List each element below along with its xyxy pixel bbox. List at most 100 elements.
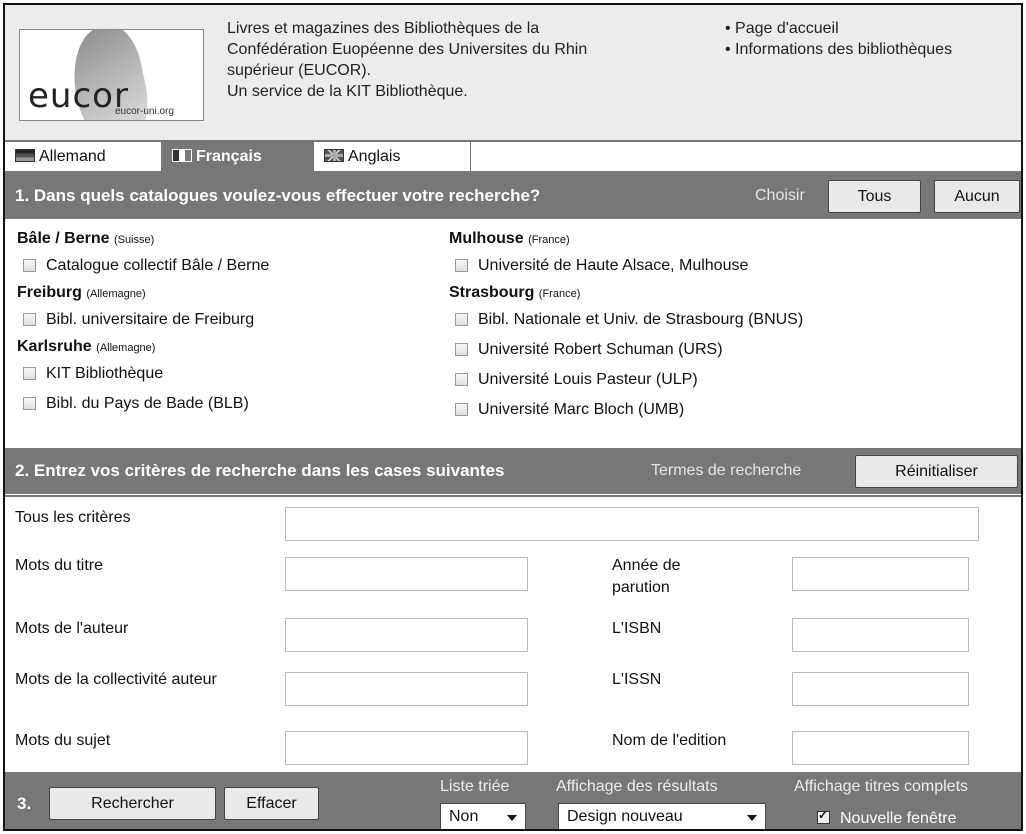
- corporate-author-label: Mots de la collectivité auteur: [15, 671, 217, 688]
- checkbox-label: Catalogue collectif Bâle / Berne: [46, 257, 270, 274]
- intro-line: Confédération Euopéenne des Universites …: [227, 41, 588, 58]
- group-heading-freiburg: Freiburg (Allemagne): [17, 281, 269, 305]
- all-criteria-label: Tous les critères: [15, 509, 131, 526]
- checkbox-icon[interactable]: [23, 259, 36, 272]
- sorted-list-select[interactable]: Non: [440, 803, 526, 829]
- checkbox-label: Université Robert Schuman (URS): [478, 341, 723, 358]
- catalogue-checkbox[interactable]: Université de Haute Alsace, Mulhouse: [449, 251, 803, 281]
- tab-english[interactable]: Anglais: [314, 142, 471, 171]
- group-name: Karlsruhe: [17, 338, 92, 355]
- checkbox-icon[interactable]: [23, 313, 36, 326]
- catalogue-section-bar: 1. Dans quels catalogues voulez-vous eff…: [5, 173, 1021, 219]
- group-country: (Allemagne): [86, 288, 146, 300]
- group-heading-mulhouse: Mulhouse (France): [449, 227, 803, 251]
- german-flag-icon: [15, 149, 35, 162]
- year-input[interactable]: [792, 557, 969, 591]
- group-country: (France): [538, 288, 581, 300]
- tab-label: Français: [196, 148, 262, 165]
- search-terms-label: Termes de recherche: [651, 462, 802, 479]
- library-info-link[interactable]: • Informations des bibliothèques: [725, 39, 952, 60]
- subject-words-label: Mots du sujet: [15, 732, 111, 749]
- checkbox-icon[interactable]: [23, 367, 36, 380]
- group-heading-strasbourg: Strasbourg (France): [449, 281, 803, 305]
- search-form: Tous les critères Mots du titre Année de…: [5, 495, 1021, 772]
- results-display-label: Affichage des résultats: [556, 778, 718, 795]
- results-display-select[interactable]: Design nouveau: [558, 803, 766, 829]
- checkbox-label: Université de Haute Alsace, Mulhouse: [478, 257, 749, 274]
- checkbox-icon[interactable]: [455, 343, 468, 356]
- group-name: Mulhouse: [449, 230, 524, 247]
- new-window-checkbox[interactable]: [817, 808, 830, 824]
- group-name: Strasbourg: [449, 284, 535, 301]
- submit-bar: 3. Rechercher Effacer Liste triée Non Af…: [5, 772, 1021, 829]
- catalogue-checkbox[interactable]: Université Marc Bloch (UMB): [449, 395, 803, 425]
- checkbox-label: Université Louis Pasteur (ULP): [478, 371, 698, 388]
- author-words-input[interactable]: [285, 618, 528, 652]
- title-words-input[interactable]: [285, 557, 528, 591]
- uk-flag-icon: [324, 149, 344, 162]
- chevron-down-icon: [747, 815, 757, 821]
- eucor-search-page: eucor eucor-uni.org Livres et magazines …: [3, 3, 1023, 831]
- checkbox-label: Bibl. du Pays de Bade (BLB): [46, 395, 249, 412]
- sorted-list-label: Liste triée: [440, 778, 510, 795]
- group-name: Freiburg: [17, 284, 82, 301]
- title-words-label: Mots du titre: [15, 557, 104, 574]
- logo-wordmark: eucor: [28, 76, 129, 116]
- catalogue-checkbox[interactable]: Bibl. du Pays de Bade (BLB): [17, 389, 269, 419]
- catalogue-column-left: Bâle / Berne (Suisse) Catalogue collecti…: [17, 227, 269, 419]
- all-criteria-input[interactable]: [285, 507, 979, 541]
- section-1-title: 1. Dans quels catalogues voulez-vous eff…: [15, 186, 541, 205]
- intro-line: Un service de la KIT Bibliothèque.: [227, 83, 468, 100]
- corporate-author-input[interactable]: [285, 672, 528, 706]
- catalogue-checkbox[interactable]: Université Robert Schuman (URS): [449, 335, 803, 365]
- group-country: (France): [528, 234, 570, 246]
- subject-words-input[interactable]: [285, 731, 528, 765]
- catalogue-checkbox[interactable]: Université Louis Pasteur (ULP): [449, 365, 803, 395]
- group-heading-karlsruhe: Karlsruhe (Allemagne): [17, 335, 269, 359]
- home-link[interactable]: • Page d'accueil: [725, 18, 952, 39]
- publisher-label: Nom de l'edition: [612, 732, 727, 749]
- checkbox-icon[interactable]: [23, 397, 36, 410]
- top-navigation: • Page d'accueil • Informations des bibl…: [725, 18, 952, 60]
- author-words-label: Mots de l'auteur: [15, 620, 129, 637]
- catalogue-list: Bâle / Berne (Suisse) Catalogue collecti…: [5, 221, 1021, 446]
- checkbox-icon[interactable]: [455, 403, 468, 416]
- catalogue-checkbox[interactable]: Bibl. Nationale et Univ. de Strasbourg (…: [449, 305, 803, 335]
- publisher-input[interactable]: [792, 731, 969, 765]
- group-heading-basel-bern: Bâle / Berne (Suisse): [17, 227, 269, 251]
- catalogue-checkbox[interactable]: KIT Bibliothèque: [17, 359, 269, 389]
- reset-button[interactable]: Réinitialiser: [855, 455, 1018, 488]
- select-none-button[interactable]: Aucun: [934, 180, 1020, 213]
- section-2-title: 2. Entrez vos critères de recherche dans…: [15, 461, 505, 480]
- tab-label: Anglais: [348, 148, 401, 165]
- results-display-value: Design nouveau: [567, 808, 683, 825]
- intro-line: Livres et magazines des Bibliothèques de…: [227, 20, 540, 37]
- page-header: eucor eucor-uni.org Livres et magazines …: [5, 5, 1021, 142]
- tab-german[interactable]: Allemand: [5, 142, 162, 171]
- select-all-button[interactable]: Tous: [828, 180, 921, 213]
- sorted-list-value: Non: [449, 808, 479, 825]
- french-flag-icon: [172, 149, 192, 162]
- checkbox-label: Université Marc Bloch (UMB): [478, 401, 685, 418]
- checkbox-label: KIT Bibliothèque: [46, 365, 164, 382]
- search-button[interactable]: Rechercher: [49, 787, 216, 820]
- group-country: (Allemagne): [96, 342, 156, 354]
- group-country: (Suisse): [113, 234, 155, 246]
- catalogue-checkbox[interactable]: Bibl. universitaire de Freiburg: [17, 305, 269, 335]
- issn-label: L'ISSN: [612, 671, 662, 688]
- tab-label: Allemand: [39, 148, 106, 165]
- clear-button[interactable]: Effacer: [224, 787, 319, 820]
- tab-french[interactable]: Français: [162, 142, 314, 171]
- intro-text: Livres et magazines des Bibliothèques de…: [227, 18, 707, 102]
- checkbox-icon[interactable]: [455, 313, 468, 326]
- issn-input[interactable]: [792, 672, 969, 706]
- eucor-logo[interactable]: eucor eucor-uni.org: [19, 29, 204, 121]
- checkbox-icon[interactable]: [455, 373, 468, 386]
- isbn-input[interactable]: [792, 618, 969, 652]
- isbn-label: L'ISBN: [612, 620, 662, 637]
- catalogue-checkbox[interactable]: Catalogue collectif Bâle / Berne: [17, 251, 269, 281]
- section-3-number: 3.: [17, 794, 32, 813]
- checkbox-icon[interactable]: [455, 259, 468, 272]
- criteria-section-bar: 2. Entrez vos critères de recherche dans…: [5, 448, 1021, 494]
- new-window-option[interactable]: Nouvelle fenêtre: [817, 808, 957, 828]
